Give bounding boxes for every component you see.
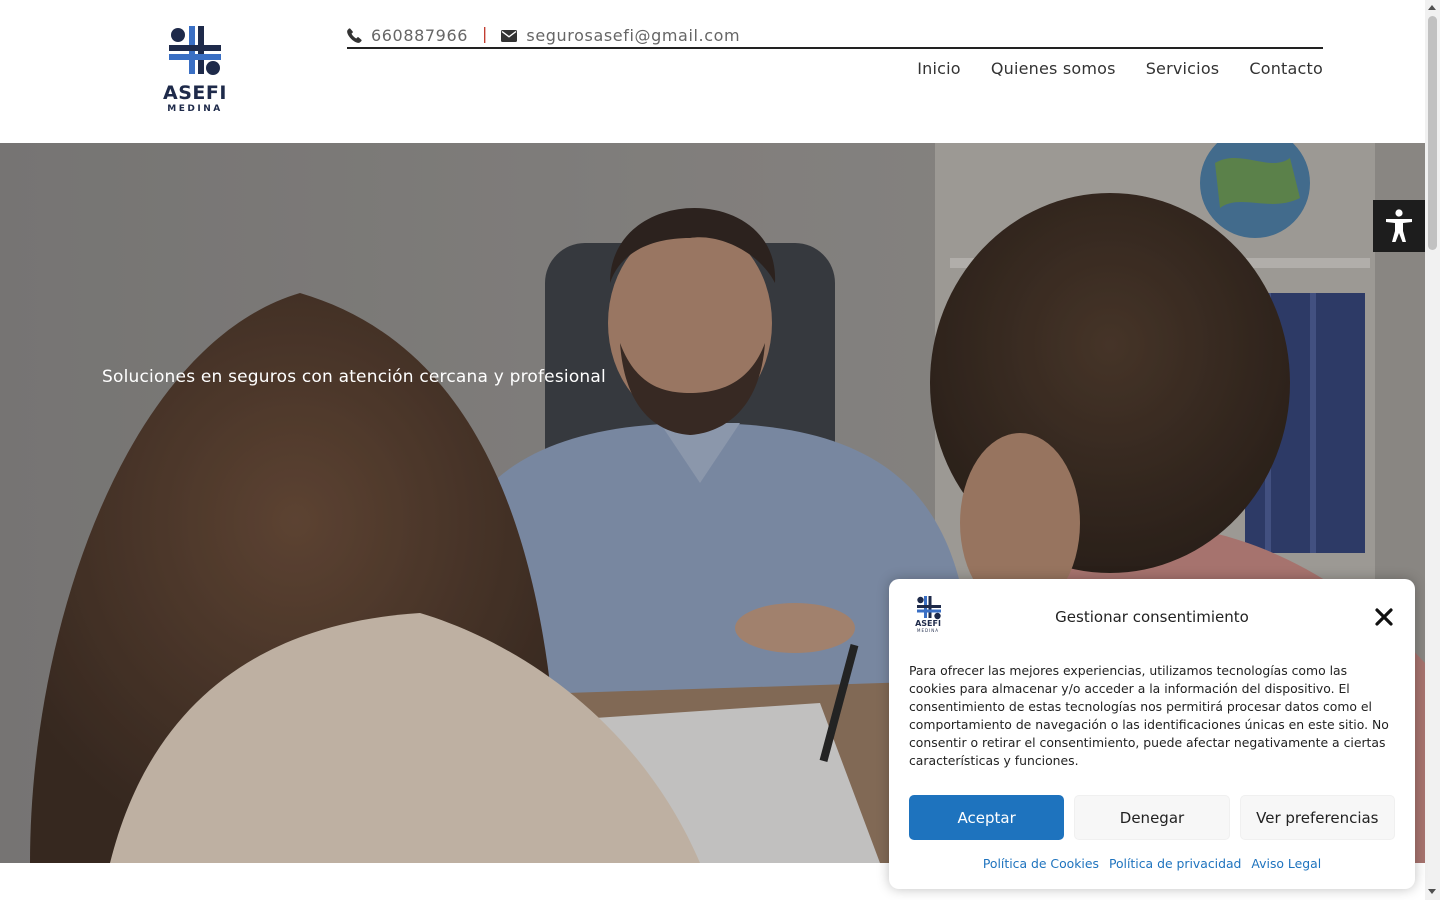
contact-topbar: 660887966 | segurosasefi@gmail.com <box>347 24 1323 49</box>
scroll-up-arrow-icon[interactable] <box>1428 5 1436 10</box>
logo-mark-icon <box>169 26 221 75</box>
phone-number: 660887966 <box>371 26 469 45</box>
view-preferences-button[interactable]: Ver preferencias <box>1239 795 1395 840</box>
topbar-separator: | <box>482 24 488 43</box>
email-address: segurosasefi@gmail.com <box>526 26 741 45</box>
nav-item-contacto[interactable]: Contacto <box>1249 59 1323 78</box>
consent-links: Política de Cookies Política de privacid… <box>889 856 1415 871</box>
email-contact[interactable]: segurosasefi@gmail.com <box>501 24 740 47</box>
main-navigation: Inicio Quienes somos Servicios Contacto <box>917 59 1323 78</box>
consent-title: Gestionar consentimiento <box>1055 608 1249 626</box>
hero-tagline: Soluciones en seguros con atención cerca… <box>102 367 606 387</box>
phone-icon <box>347 28 362 43</box>
page-scrollbar[interactable] <box>1425 0 1440 900</box>
nav-item-inicio[interactable]: Inicio <box>917 59 961 78</box>
accessibility-icon <box>1386 209 1412 242</box>
accessibility-button[interactable] <box>1373 200 1425 252</box>
scrollbar-thumb[interactable] <box>1428 16 1437 250</box>
phone-contact[interactable]: 660887966 <box>347 24 468 47</box>
nav-item-quienes-somos[interactable]: Quienes somos <box>991 59 1116 78</box>
nav-item-servicios[interactable]: Servicios <box>1146 59 1220 78</box>
cookie-policy-link[interactable]: Política de Cookies <box>983 856 1099 871</box>
legal-notice-link[interactable]: Aviso Legal <box>1251 856 1321 871</box>
privacy-policy-link[interactable]: Política de privacidad <box>1109 856 1241 871</box>
cookie-consent-dialog: ASEFI MEDINA Gestionar consentimiento Pa… <box>889 579 1415 889</box>
accept-button[interactable]: Aceptar <box>909 795 1065 840</box>
consent-message: Para ofrecer las mejores experiencias, u… <box>909 663 1389 768</box>
envelope-icon <box>501 29 518 42</box>
site-logo[interactable]: ASEFI MEDINA <box>163 26 227 116</box>
consent-actions: Aceptar Denegar Ver preferencias <box>909 795 1395 840</box>
logo-wordmark: ASEFI <box>163 82 227 104</box>
close-icon[interactable] <box>1375 608 1393 626</box>
consent-logo-subtitle: MEDINA <box>917 628 939 633</box>
scroll-down-arrow-icon[interactable] <box>1428 889 1436 894</box>
deny-button[interactable]: Denegar <box>1074 795 1230 840</box>
logo-subtitle: MEDINA <box>167 104 223 114</box>
site-header: ASEFI MEDINA 660887966 | segurosasefi@gm… <box>0 0 1425 143</box>
